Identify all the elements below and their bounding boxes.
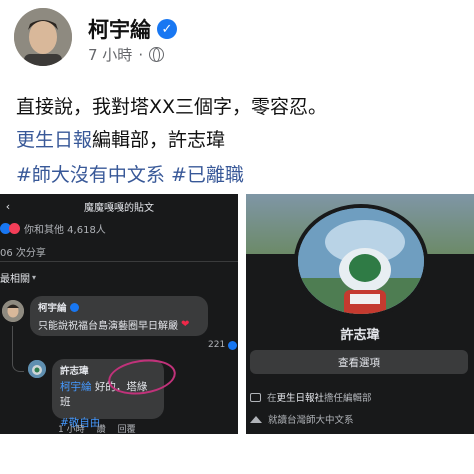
- comment-sort: 最相關 ▾: [0, 270, 36, 285]
- post-text-line1: 直接說，我對塔XX三個字，零容忍。: [16, 96, 328, 118]
- post-time[interactable]: 7 小時: [88, 44, 132, 65]
- view-options-button: 查看選項: [250, 350, 468, 374]
- globe-icon: [149, 47, 165, 62]
- post-hashtags: #師大沒有中文系 #已離職: [16, 160, 244, 187]
- work-prefix: 在: [267, 393, 277, 404]
- comment-reaction-number: 221: [208, 340, 226, 350]
- reply-time: 1 小時: [58, 425, 85, 435]
- education-info: 就讀台灣師大中文系: [250, 412, 354, 426]
- post-text-line2-rest: 編輯部，許志瑋: [92, 129, 226, 151]
- education-info-text: 就讀台灣師大中文系: [268, 415, 354, 426]
- back-icon: ‹: [5, 199, 11, 213]
- post-text-line2: 更生日報編輯部，許志瑋: [16, 125, 225, 152]
- comment-author-name: 柯宇綸: [38, 303, 67, 314]
- work-org: 更生日報社: [276, 393, 325, 404]
- meta-separator: ·: [138, 45, 144, 64]
- profile-picture: [294, 204, 428, 318]
- comment-reaction-count: 221: [208, 340, 238, 350]
- profile-screenshot: 許志瑋 查看選項 在更生日報社擔任編輯部 就讀台灣師大中文系: [246, 194, 474, 434]
- author-avatar[interactable]: [14, 8, 72, 66]
- comment-text: 只能說祝福台島演藝圈早日解嚴 ❤: [38, 317, 200, 332]
- graduation-cap-icon: [250, 415, 262, 423]
- hashtag-link-2[interactable]: #已離職: [171, 164, 244, 186]
- hashtag-link-1[interactable]: #師大沒有中文系: [16, 164, 165, 186]
- author-name[interactable]: 柯宇綸: [88, 14, 151, 44]
- work-info: 在更生日報社擔任編輯部: [250, 390, 372, 404]
- reaction-summary-text: 你和其他 4,618人: [24, 225, 106, 236]
- like-reaction-icon: [228, 340, 238, 350]
- verified-badge-icon: [69, 302, 79, 312]
- comment-text-body: 只能說祝福台島演藝圈早日解嚴: [38, 321, 178, 332]
- reply-thread-line: [12, 326, 24, 372]
- briefcase-icon: [250, 392, 261, 402]
- post-author[interactable]: 柯宇綸 ✓: [88, 14, 177, 44]
- post-meta: 7 小時 ·: [88, 44, 165, 65]
- commenter-avatar: [2, 300, 24, 322]
- reaction-summary: 你和其他 4,618人: [0, 221, 106, 236]
- screenshot-nav: ‹ 魔魔嘎嘎的貼文: [0, 194, 238, 218]
- reply-mention: 柯宇綸: [60, 381, 92, 393]
- work-suffix: 擔任編輯部: [324, 393, 372, 404]
- comment-bubble: 柯宇綸 只能說祝福台島演藝圈早日解嚴 ❤: [30, 296, 208, 336]
- work-info-text: 在更生日報社擔任編輯部: [267, 390, 372, 404]
- comment-sort-label: 最相關: [0, 274, 30, 285]
- newspaper-link[interactable]: 更生日報: [16, 129, 92, 151]
- screenshot-nav-title: 魔魔嘎嘎的貼文: [84, 202, 154, 214]
- reply-reply-label: 回覆: [117, 425, 136, 435]
- reply-actions: 1 小時 讚 回覆: [58, 422, 136, 435]
- verified-badge-icon: ✓: [157, 19, 177, 39]
- share-count: 06 次分享: [0, 248, 46, 259]
- chevron-down-icon: ▾: [32, 273, 37, 282]
- comment-author: 柯宇綸: [38, 300, 200, 314]
- replier-avatar: [28, 360, 46, 378]
- divider: [0, 261, 238, 262]
- love-reaction-icon: [9, 223, 20, 234]
- reply-like-label: 讚: [96, 425, 106, 435]
- heart-icon: ❤: [181, 319, 190, 330]
- profile-name: 許志瑋: [340, 328, 380, 343]
